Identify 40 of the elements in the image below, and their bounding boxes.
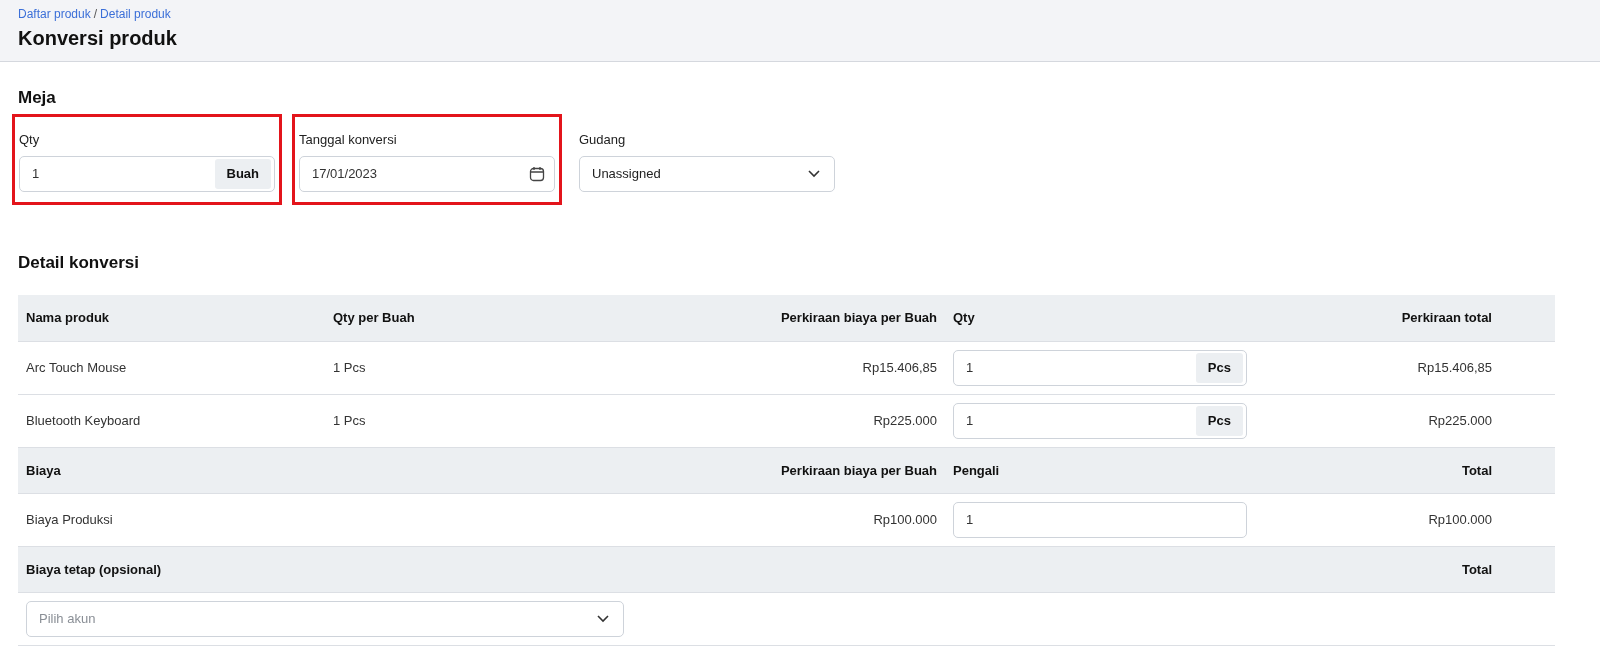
column-header: Nama produk — [18, 295, 325, 342]
unit-button[interactable]: Pcs — [1195, 353, 1243, 383]
column-header: Perkiraan biaya per Buah — [625, 447, 945, 494]
field-label: Qty — [19, 131, 41, 150]
table-cell: Rp225.000 — [1255, 394, 1500, 448]
column-header: Total — [1255, 546, 1500, 593]
section-title: Detail konversi — [18, 252, 140, 274]
column-header: Perkiraan biaya per Buah — [625, 295, 945, 342]
column-header: Pengali — [945, 447, 1255, 494]
page-title: Konversi produk — [18, 25, 178, 50]
warehouse-select[interactable]: Unassigned — [579, 155, 835, 192]
table-cell: Rp15.406,85 — [625, 341, 945, 395]
column-header: Biaya — [18, 447, 625, 494]
section-title: Meja — [18, 88, 57, 109]
table-cell: Rp100.000 — [1255, 493, 1500, 547]
date-input[interactable]: 17/01/2023 — [299, 155, 555, 192]
multiplier-input[interactable]: 1 — [953, 501, 1247, 538]
calendar-icon — [529, 165, 545, 182]
column-header: Qty per Buah — [325, 295, 625, 342]
breadcrumb-separator: / — [93, 7, 98, 21]
table-cell: Rp100.000 — [625, 493, 945, 547]
table-cell: Arc Touch Mouse — [18, 341, 325, 395]
column-header: Total — [1255, 447, 1500, 494]
column-header: Biaya tetap (opsional) — [18, 546, 1255, 593]
breadcrumb-link[interactable]: Daftar produk — [18, 7, 91, 21]
unit-button[interactable]: Pcs — [1195, 406, 1243, 436]
chevron-down-icon — [808, 169, 820, 178]
table-cell: Rp15.406,85 — [1255, 341, 1500, 395]
unit-button[interactable]: Buah — [214, 159, 271, 189]
column-header: Perkiraan total — [1255, 295, 1500, 342]
field-label: Gudang — [579, 131, 627, 150]
chevron-down-icon — [597, 614, 609, 623]
table-cell: Bluetooth Keyboard — [18, 394, 325, 448]
breadcrumb-link[interactable]: Detail produk — [100, 7, 171, 21]
field-label: Tanggal konversi — [299, 131, 398, 150]
table-cell: 1 Pcs — [325, 341, 625, 395]
column-header: Qty — [945, 295, 1255, 342]
table-cell: Rp225.000 — [625, 394, 945, 448]
table-cell: Biaya Produksi — [18, 493, 625, 547]
table-cell: 1 Pcs — [325, 394, 625, 448]
